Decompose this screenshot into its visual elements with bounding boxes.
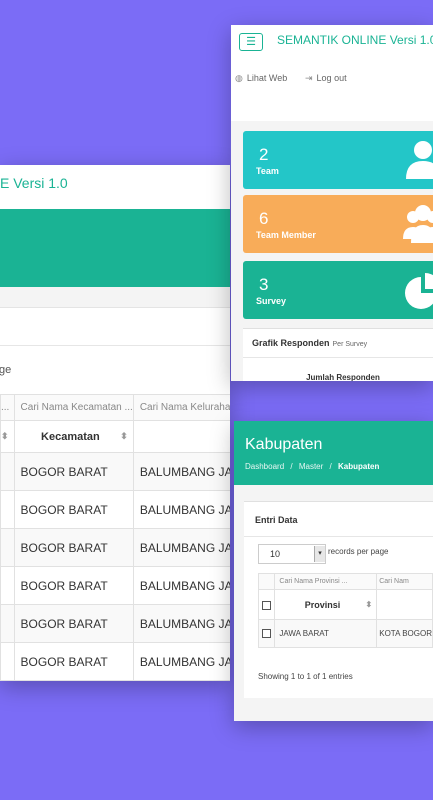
kecamatan-cell: BOGOR BARAT bbox=[13, 528, 134, 567]
page-header: Kabupaten Dashboard / Master / Kabupaten bbox=[234, 421, 433, 485]
kabupaten-table: Cari Nama Provinsi ... Cari Nam Provinsi… bbox=[257, 573, 433, 648]
table-row[interactable]: BOGOR BARAT BALUMBANG JAYA bbox=[0, 490, 230, 529]
column-label: Provinsi bbox=[304, 599, 341, 610]
kelurahan-cell: BALUMBANG JAYA bbox=[132, 452, 230, 491]
desa-table: ... Cari Nama Kecamatan ... Cari Nama Ke… bbox=[0, 394, 230, 681]
table-row[interactable]: BOGOR BARAT BALUMBANG JAYA bbox=[0, 566, 230, 605]
filter-row: Cari Nama Provinsi ... Cari Nam bbox=[257, 573, 433, 590]
page-size-select[interactable]: 10 ▾ bbox=[258, 544, 326, 564]
column-header-provinsi[interactable]: Provinsi ⬍ bbox=[274, 589, 378, 620]
lihat-web-link[interactable]: ◍ Lihat Web bbox=[235, 73, 287, 84]
provinsi-filter-input[interactable]: Cari Nama Provinsi ... bbox=[274, 573, 378, 590]
team-member-stat-tile[interactable]: 6 Team Member bbox=[243, 195, 433, 253]
row-checkbox[interactable] bbox=[262, 629, 272, 639]
users-icon bbox=[403, 205, 433, 243]
column-header-kabupaten[interactable] bbox=[376, 589, 433, 620]
records-per-page-label: records per page bbox=[328, 547, 389, 556]
sort-icon[interactable]: ⬍ bbox=[366, 600, 376, 609]
column-header-kecamatan[interactable]: Kecamatan ⬍ bbox=[13, 420, 134, 453]
team-member-label: Team Member bbox=[256, 230, 316, 240]
showing-entries-text: Showing 1 to 1 of 1 entries bbox=[258, 672, 353, 681]
kecamatan-cell: BOGOR BARAT bbox=[13, 604, 134, 643]
kelurahan-cell: BALUMBANG JAYA bbox=[132, 604, 230, 643]
kelurahan-cell: BALUMBANG JAYA bbox=[132, 642, 230, 681]
team-label: Team bbox=[256, 166, 279, 176]
grafik-responden-panel: Grafik RespondenPer Survey ⌃ Jumlah Resp… bbox=[243, 328, 433, 381]
records-per-page-label: ge bbox=[0, 364, 12, 376]
filter-row: ... Cari Nama Kecamatan ... Cari Nama Ke… bbox=[0, 394, 230, 421]
survey-label: Survey bbox=[256, 296, 287, 306]
kelurahan-cell: BALUMBANG JAYA bbox=[132, 490, 230, 529]
survey-count: 3 bbox=[259, 275, 269, 294]
table-row[interactable]: BOGOR BARAT BALUMBANG JAYA bbox=[0, 528, 230, 567]
card-title: Entri Data bbox=[255, 515, 298, 525]
team-stat-tile[interactable]: 2 Team bbox=[243, 131, 433, 189]
table-row[interactable]: BOGOR BARAT BALUMBANG JAYA bbox=[0, 452, 230, 491]
hamburger-icon: ☰ bbox=[246, 36, 256, 48]
kelurahan-filter-input[interactable]: Cari Nama Kelurahan ... bbox=[132, 394, 230, 421]
column-header-kelurahan[interactable] bbox=[132, 420, 230, 453]
kecamatan-cell: BOGOR BARAT bbox=[13, 490, 134, 529]
table-row[interactable]: BOGOR BARAT BALUMBANG JAYA bbox=[0, 642, 230, 681]
sort-icon[interactable]: ⬍ bbox=[1, 431, 13, 442]
sort-icon[interactable]: ⬍ bbox=[120, 431, 132, 442]
entri-data-card: Entri Data 10 ▾ records per page Cari Na… bbox=[244, 501, 433, 698]
page-header bbox=[0, 209, 230, 287]
column-label: Kecamatan bbox=[41, 430, 100, 443]
page-title: Kabupaten bbox=[245, 436, 323, 453]
select-all-cell[interactable] bbox=[257, 589, 276, 620]
kecamatan-cell: BOGOR BARAT bbox=[13, 452, 134, 491]
breadcrumb-dashboard[interactable]: Dashboard bbox=[245, 462, 284, 471]
pie-chart-icon bbox=[405, 273, 433, 309]
column-header[interactable]: ⬍ bbox=[0, 420, 15, 453]
team-member-count: 6 bbox=[259, 209, 269, 228]
provinsi-cell: JAWA BARAT bbox=[274, 619, 378, 648]
sign-out-icon: ⇥ bbox=[305, 73, 313, 83]
kabupaten-cell: KOTA BOGOR bbox=[376, 619, 433, 648]
top-navbar: ☰ SEMANTIK ONLINE Versi 1.0 ◍ Lihat Web ⇥… bbox=[231, 25, 433, 121]
team-count: 2 bbox=[259, 145, 269, 164]
user-icon bbox=[406, 141, 433, 179]
breadcrumb-current: Kabupaten bbox=[338, 462, 380, 471]
globe-icon: ◍ bbox=[235, 73, 243, 83]
header-row: Provinsi ⬍ bbox=[257, 589, 433, 620]
top-navbar: E Versi 1.0 bbox=[0, 165, 230, 209]
breadcrumb: Dashboard / Master / Kabupaten bbox=[245, 462, 380, 471]
panel-header bbox=[0, 308, 230, 346]
logout-link[interactable]: ⇥ Log out bbox=[305, 73, 347, 84]
breadcrumb-master[interactable]: Master bbox=[299, 462, 323, 471]
panel-title: Grafik Responden Per Survey bbox=[252, 338, 368, 348]
kecamatan-cell: BOGOR BARAT bbox=[13, 642, 134, 681]
menu-toggle-button[interactable]: ☰ bbox=[239, 33, 263, 51]
chart-title: Jumlah Responden bbox=[306, 373, 380, 381]
kecamatan-filter-input[interactable]: Cari Nama Kecamatan ... bbox=[13, 394, 134, 421]
kabupaten-filter-input[interactable]: Cari Nam bbox=[376, 573, 433, 590]
kelurahan-cell: BALUMBANG JAYA bbox=[132, 566, 230, 605]
dashboard-window: ☰ SEMANTIK ONLINE Versi 1.0 ◍ Lihat Web ⇥… bbox=[231, 25, 433, 381]
filter-cell[interactable]: ... bbox=[0, 394, 15, 421]
table-row[interactable]: JAWA BARAT KOTA BOGOR bbox=[257, 619, 433, 648]
data-panel: ge ... Cari Nama Kecamatan ... Cari Nama… bbox=[0, 307, 230, 681]
kelurahan-cell: BALUMBANG JAYA bbox=[132, 528, 230, 567]
table-row[interactable]: BOGOR BARAT BALUMBANG JAYA bbox=[0, 604, 230, 643]
kabupaten-window: Kabupaten Dashboard / Master / Kabupaten… bbox=[234, 421, 433, 721]
select-all-checkbox[interactable] bbox=[262, 600, 272, 610]
header-row: ⬍ Kecamatan ⬍ bbox=[0, 420, 230, 453]
app-title: SEMANTIK ONLINE Versi 1.0 bbox=[277, 33, 433, 47]
chevron-down-icon: ▾ bbox=[314, 546, 325, 562]
app-title: E Versi 1.0 bbox=[0, 175, 68, 191]
survey-stat-tile[interactable]: 3 Survey bbox=[243, 261, 433, 319]
desa-window: E Versi 1.0 ge ... Cari Nama Kecamatan .… bbox=[0, 165, 230, 681]
kecamatan-cell: BOGOR BARAT bbox=[13, 566, 134, 605]
panel-subtitle: Per Survey bbox=[332, 341, 368, 348]
